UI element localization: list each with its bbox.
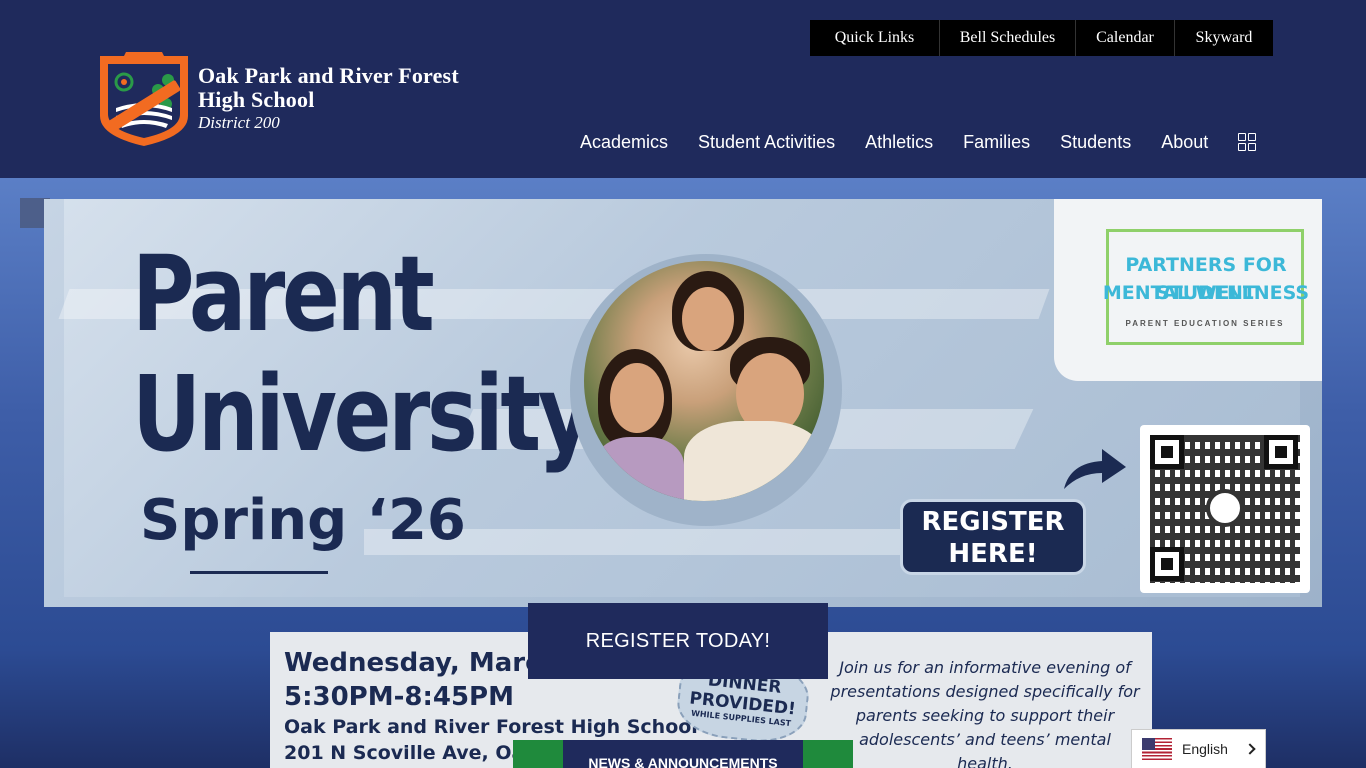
school-crest-icon <box>96 50 192 148</box>
banner-background: Parent University Spring ‘26 PARTNERS FO… <box>58 199 1322 597</box>
register-here-line2: HERE! <box>948 539 1038 569</box>
parent-university-banner[interactable]: Parent University Spring ‘26 PARTNERS FO… <box>44 199 1322 607</box>
partners-subtitle: PARENT EDUCATION SERIES <box>1125 319 1285 328</box>
news-tab-accent-left <box>513 740 563 768</box>
quick-links-button[interactable]: Quick Links <box>810 20 940 56</box>
site-header: Oak Park and River Forest High School Di… <box>0 0 1366 178</box>
news-tab-label: NEWS & ANNOUNCEMENTS <box>588 755 778 768</box>
school-logo-link[interactable]: Oak Park and River Forest High School Di… <box>96 50 459 148</box>
chevron-right-icon <box>1244 743 1256 755</box>
language-selector[interactable]: English <box>1131 729 1266 768</box>
register-here-badge: REGISTER HERE! <box>900 499 1086 575</box>
utility-nav: Quick Links Bell Schedules Calendar Skyw… <box>810 20 1273 56</box>
arrow-icon <box>1064 449 1126 489</box>
news-tab-accent-right <box>803 740 853 768</box>
bell-schedules-link[interactable]: Bell Schedules <box>940 20 1076 56</box>
calendar-link[interactable]: Calendar <box>1076 20 1175 56</box>
app-grid-icon[interactable] <box>1238 133 1257 151</box>
nav-academics[interactable]: Academics <box>580 132 668 153</box>
family-photo <box>584 261 824 501</box>
us-flag-icon <box>1142 738 1172 760</box>
event-address-line1: Oak Park and River Forest High School <box>284 716 698 738</box>
news-announcements-tab[interactable]: NEWS & ANNOUNCEMENTS <box>513 740 853 768</box>
main-nav: Academics Student Activities Athletics F… <box>580 130 1257 154</box>
event-description: Join us for an informative evening of pr… <box>830 658 1140 768</box>
register-here-line1: REGISTER <box>921 507 1065 537</box>
language-label: English <box>1182 741 1228 757</box>
register-today-button[interactable]: REGISTER TODAY! <box>528 603 828 679</box>
school-name: Oak Park and River Forest High School Di… <box>198 64 459 134</box>
school-name-line1: Oak Park and River Forest <box>198 63 459 88</box>
title-underline <box>190 571 328 574</box>
nav-students[interactable]: Students <box>1060 132 1131 153</box>
nav-about[interactable]: About <box>1161 132 1208 153</box>
event-time: 5:30PM-8:45PM <box>284 682 514 712</box>
partners-title-line2: MENTAL WELLNESS <box>1102 282 1310 304</box>
nav-families[interactable]: Families <box>963 132 1030 153</box>
nav-athletics[interactable]: Athletics <box>865 132 933 153</box>
qr-code-icon <box>1140 425 1310 593</box>
banner-title-university: University <box>132 353 594 475</box>
nav-student-activities[interactable]: Student Activities <box>698 132 835 153</box>
district-label: District 200 <box>198 113 280 132</box>
banner-title-spring: Spring ‘26 <box>140 488 466 553</box>
hero-section: Parent University Spring ‘26 PARTNERS FO… <box>0 178 1366 768</box>
school-name-line2: High School <box>198 87 315 112</box>
skyward-link[interactable]: Skyward <box>1175 20 1273 56</box>
banner-title-parent: Parent <box>132 233 435 355</box>
partners-card: PARTNERS FOR STUDENT MENTAL WELLNESS PAR… <box>1054 199 1322 381</box>
